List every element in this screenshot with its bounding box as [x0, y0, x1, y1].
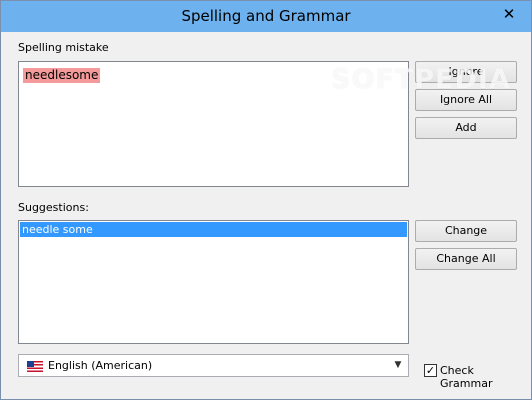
language-dropdown[interactable]: English (American) ▼	[18, 354, 409, 377]
change-all-button[interactable]: Change All	[415, 248, 517, 270]
title-bar[interactable]: Spelling and Grammar ✕	[1, 1, 531, 32]
close-button[interactable]: ✕	[495, 3, 523, 27]
change-button[interactable]: Change	[415, 220, 517, 242]
dialog-body: Spelling mistake needlesome Ignore Ignor…	[8, 32, 524, 392]
spelling-mistake-label: Spelling mistake	[18, 41, 109, 54]
suggestions-list[interactable]: needle some	[18, 220, 409, 344]
ignore-button[interactable]: Ignore	[415, 61, 517, 83]
window-title: Spelling and Grammar	[181, 7, 351, 25]
spelling-grammar-window: Spelling and Grammar ✕ Spelling mistake …	[0, 0, 532, 400]
add-button[interactable]: Add	[415, 117, 517, 139]
checkmark-icon: ✓	[425, 364, 436, 377]
check-grammar-checkbox[interactable]: ✓	[424, 364, 437, 377]
us-flag-icon	[27, 361, 43, 372]
misspelled-word: needlesome	[23, 68, 101, 83]
chevron-down-icon[interactable]: ▼	[392, 359, 404, 371]
language-selected: English (American)	[48, 359, 153, 372]
ignore-all-button[interactable]: Ignore All	[415, 89, 517, 111]
close-icon: ✕	[502, 5, 516, 23]
check-grammar-label: Check Grammar	[440, 364, 493, 390]
suggestions-label: Suggestions:	[18, 201, 89, 214]
suggestion-item[interactable]: needle some	[20, 222, 407, 237]
mistake-text-box[interactable]: needlesome	[18, 61, 409, 187]
